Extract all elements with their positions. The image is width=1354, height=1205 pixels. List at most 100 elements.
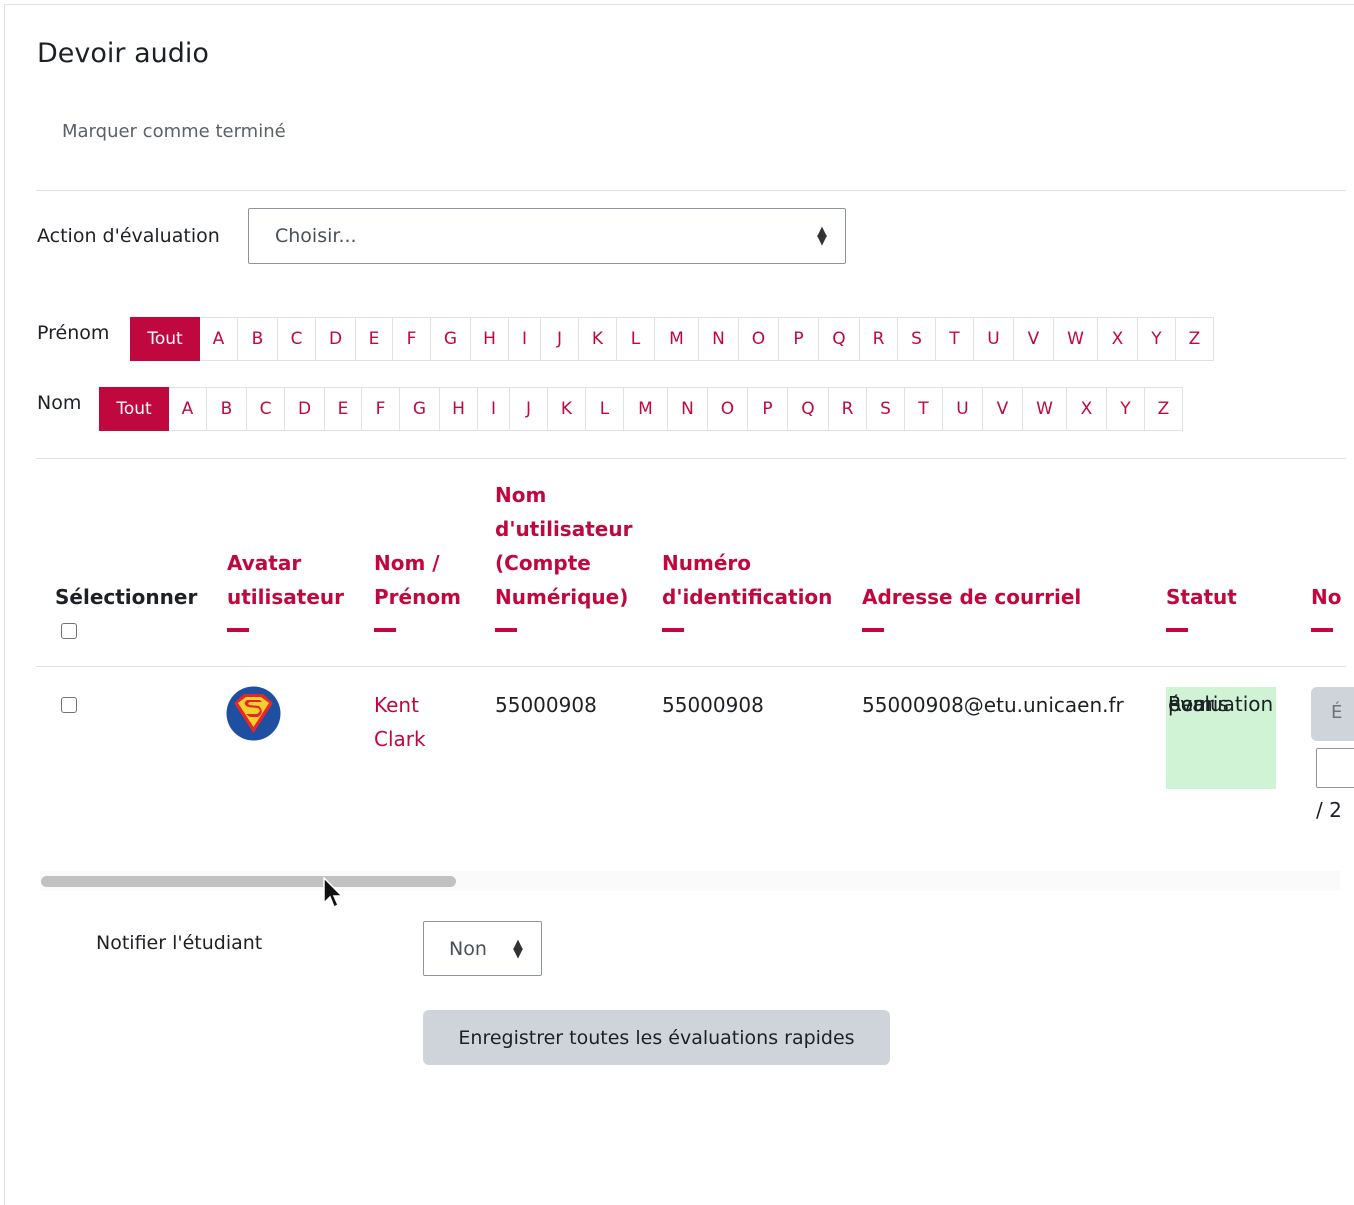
initial-filter-f[interactable]: F bbox=[362, 387, 400, 431]
first-name-filter-label: Prénom bbox=[37, 322, 110, 344]
page-title: Devoir audio bbox=[37, 38, 209, 69]
initial-filter-x[interactable]: X bbox=[1067, 387, 1107, 431]
collapse-column-icon[interactable] bbox=[662, 628, 684, 632]
initial-filter-x[interactable]: X bbox=[1098, 317, 1138, 361]
student-name-link[interactable]: Kent Clark bbox=[374, 688, 426, 756]
initial-filter-g[interactable]: G bbox=[431, 317, 471, 361]
initial-filter-z[interactable]: Z bbox=[1176, 317, 1214, 361]
initial-filter-h[interactable]: H bbox=[440, 387, 478, 431]
collapse-column-icon[interactable] bbox=[862, 628, 884, 632]
initial-filter-c[interactable]: C bbox=[278, 317, 316, 361]
initial-filter-h[interactable]: H bbox=[471, 317, 509, 361]
initial-filter-o[interactable]: O bbox=[739, 317, 779, 361]
notify-student-select[interactable]: Non ▲ ▼ bbox=[423, 921, 542, 976]
select-arrows-icon: ▲ ▼ bbox=[513, 937, 523, 961]
collapse-column-icon[interactable] bbox=[374, 628, 396, 632]
header-avatar[interactable]: Avatar utilisateur bbox=[227, 546, 344, 632]
collapse-column-icon[interactable] bbox=[1166, 628, 1188, 632]
collapse-column-icon[interactable] bbox=[1311, 628, 1333, 632]
user-avatar[interactable] bbox=[226, 686, 281, 741]
notify-student-label: Notifier l'étudiant bbox=[96, 932, 263, 954]
initial-filter-o[interactable]: O bbox=[708, 387, 748, 431]
header-username[interactable]: Nom d'utilisateur (Compte Numérique) bbox=[495, 478, 632, 632]
initial-filter-l[interactable]: L bbox=[586, 387, 624, 431]
horizontal-scrollbar-thumb[interactable] bbox=[41, 876, 456, 887]
collapse-column-icon[interactable] bbox=[227, 628, 249, 632]
initial-filter-k[interactable]: K bbox=[579, 317, 617, 361]
initial-filter-w[interactable]: W bbox=[1023, 387, 1067, 431]
initial-filter-k[interactable]: K bbox=[548, 387, 586, 431]
initial-filter-c[interactable]: C bbox=[247, 387, 285, 431]
table-header-divider bbox=[36, 666, 1346, 667]
notify-student-selected: Non bbox=[449, 938, 487, 960]
first-name-initials-bar: Tout A B C D E F G H I J K L M N O P Q R S T U V W X Y Z bbox=[130, 317, 1214, 361]
grade-button[interactable]: É bbox=[1311, 687, 1354, 741]
initial-filter-y[interactable]: Y bbox=[1107, 387, 1145, 431]
initial-filter-d[interactable]: D bbox=[316, 317, 356, 361]
initial-filter-q[interactable]: Q bbox=[819, 317, 860, 361]
initial-filter-b[interactable]: B bbox=[238, 317, 278, 361]
grading-action-selected: Choisir... bbox=[275, 225, 357, 247]
initial-filter-t[interactable]: T bbox=[905, 387, 943, 431]
initial-filter-d[interactable]: D bbox=[285, 387, 325, 431]
initial-filter-e[interactable]: E bbox=[356, 317, 393, 361]
initial-filter-a[interactable]: A bbox=[200, 317, 238, 361]
initial-filter-u[interactable]: U bbox=[974, 317, 1014, 361]
select-all-checkbox[interactable] bbox=[61, 623, 77, 639]
initial-filter-p[interactable]: P bbox=[748, 387, 788, 431]
initial-filter-m[interactable]: M bbox=[655, 317, 699, 361]
initial-filter-i[interactable]: I bbox=[509, 317, 541, 361]
quick-grade-input[interactable] bbox=[1316, 748, 1354, 788]
initial-filter-a[interactable]: A bbox=[169, 387, 207, 431]
initial-filter-t[interactable]: T bbox=[936, 317, 974, 361]
grade-max-label: / 2 bbox=[1316, 798, 1342, 822]
divider bbox=[36, 458, 1346, 459]
initial-filter-all[interactable]: Tout bbox=[130, 317, 200, 361]
initial-filter-g[interactable]: G bbox=[400, 387, 440, 431]
row-select-checkbox[interactable] bbox=[61, 697, 77, 713]
initial-filter-u[interactable]: U bbox=[943, 387, 983, 431]
initial-filter-p[interactable]: P bbox=[779, 317, 819, 361]
initial-filter-r[interactable]: R bbox=[860, 317, 898, 361]
initial-filter-w[interactable]: W bbox=[1054, 317, 1098, 361]
initial-filter-r[interactable]: R bbox=[829, 387, 867, 431]
mouse-cursor-icon bbox=[323, 877, 344, 909]
email-cell: 55000908@etu.unicaen.fr bbox=[862, 693, 1124, 717]
header-grade[interactable]: No bbox=[1311, 580, 1354, 632]
divider bbox=[36, 190, 1346, 191]
header-name[interactable]: Nom / Prénom bbox=[374, 546, 461, 632]
initial-filter-q[interactable]: Q bbox=[788, 387, 829, 431]
idnumber-cell: 55000908 bbox=[662, 693, 764, 717]
last-name-initials-bar: Tout A B C D E F G H I J K L M N O P Q R S T U V W X Y Z bbox=[99, 387, 1183, 431]
initial-filter-n[interactable]: N bbox=[699, 317, 739, 361]
initial-filter-all[interactable]: Tout bbox=[99, 387, 169, 431]
grading-action-select[interactable]: Choisir... ▲ ▼ bbox=[248, 208, 846, 264]
initial-filter-v[interactable]: V bbox=[983, 387, 1023, 431]
select-arrows-icon: ▲ ▼ bbox=[817, 224, 827, 248]
initial-filter-n[interactable]: N bbox=[668, 387, 708, 431]
username-cell: 55000908 bbox=[495, 693, 597, 717]
initial-filter-s[interactable]: S bbox=[867, 387, 905, 431]
initial-filter-s[interactable]: S bbox=[898, 317, 936, 361]
last-name-filter-label: Nom bbox=[37, 392, 82, 414]
initial-filter-f[interactable]: F bbox=[393, 317, 431, 361]
collapse-column-icon[interactable] bbox=[495, 628, 517, 632]
initial-filter-y[interactable]: Y bbox=[1138, 317, 1176, 361]
initial-filter-z[interactable]: Z bbox=[1145, 387, 1183, 431]
grading-action-label: Action d'évaluation bbox=[37, 225, 220, 247]
initial-filter-j[interactable]: J bbox=[510, 387, 548, 431]
header-email[interactable]: Adresse de courriel bbox=[862, 580, 1081, 632]
status-badge: Remis pour évaluation bbox=[1166, 687, 1276, 789]
mark-as-done-button[interactable]: Marquer comme terminé bbox=[62, 121, 286, 142]
initial-filter-v[interactable]: V bbox=[1014, 317, 1054, 361]
initial-filter-m[interactable]: M bbox=[624, 387, 668, 431]
save-quick-grades-button[interactable]: Enregistrer toutes les évaluations rapid… bbox=[423, 1010, 890, 1065]
header-idnumber[interactable]: Numéro d'identification bbox=[662, 546, 832, 632]
initial-filter-j[interactable]: J bbox=[541, 317, 579, 361]
initial-filter-i[interactable]: I bbox=[478, 387, 510, 431]
initial-filter-e[interactable]: E bbox=[325, 387, 362, 431]
header-status[interactable]: Statut bbox=[1166, 580, 1237, 632]
header-select: Sélectionner bbox=[55, 585, 198, 609]
initial-filter-b[interactable]: B bbox=[207, 387, 247, 431]
initial-filter-l[interactable]: L bbox=[617, 317, 655, 361]
